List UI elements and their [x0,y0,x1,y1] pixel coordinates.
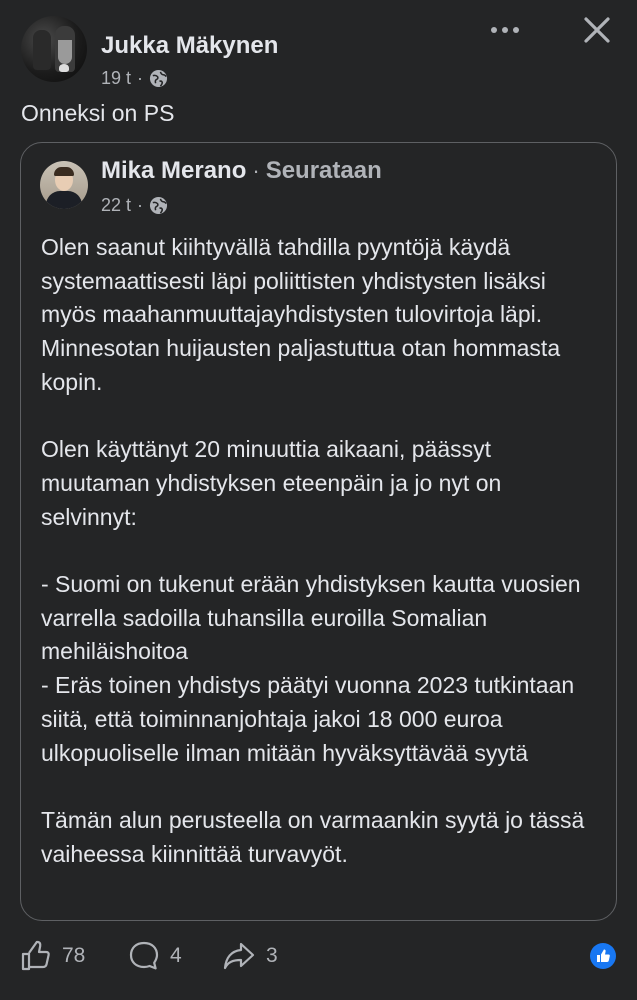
paragraph: Olen saanut kiihtyvällä tahdilla pyyntöj… [41,234,561,395]
share-button[interactable]: 3 [222,940,278,972]
post-header: Jukka Mäkynen 19 t · [21,16,621,89]
comment-button[interactable]: 4 [128,940,182,972]
globe-icon [149,196,168,215]
name-separator: · [252,158,260,183]
shared-post[interactable]: Mika Merano · Seurataan 22 t · Olen saan… [20,142,617,921]
meta-separator: · [137,68,144,88]
shared-post-body: Olen saanut kiihtyvällä tahdilla pyyntöj… [41,231,601,871]
like-icon [21,940,50,971]
post-text: Onneksi on PS [21,100,175,126]
shared-avatar[interactable] [40,161,88,209]
paragraph: - Eräs toinen yhdistys päätyi vuonna 202… [41,672,575,766]
paragraph: - Suomi on tukenut erään yhdistyksen kau… [41,571,581,665]
author-name[interactable]: Jukka Mäkynen [101,32,278,60]
follow-status[interactable]: Seurataan [266,157,382,185]
paragraph: Olen käyttänyt 20 minuuttia aikaani, pää… [41,436,502,530]
comment-icon [129,941,159,970]
close-icon[interactable] [577,10,617,50]
share-count: 3 [266,944,278,967]
globe-icon [149,69,168,88]
shared-header: Mika Merano · Seurataan [101,157,382,185]
like-count: 78 [62,944,86,967]
paragraph: Tämän alun perusteella on varmaankin syy… [41,806,585,867]
shared-meta-separator: · [137,195,144,215]
like-button[interactable]: 78 [20,940,85,972]
shared-author-name[interactable]: Mika Merano [101,157,246,185]
post-meta: 19 t · [101,68,168,89]
post-time[interactable]: 19 t [101,68,131,89]
comment-count: 4 [170,944,182,967]
share-icon [223,942,255,970]
post-view: Jukka Mäkynen 19 t · Onneksi on PS Mika … [0,0,637,1000]
like-reaction-icon[interactable] [590,943,616,969]
action-bar: 78 4 3 [20,940,620,980]
avatar[interactable] [21,16,87,82]
more-options-icon[interactable] [485,18,525,42]
shared-time[interactable]: 22 t [101,195,131,216]
shared-meta: 22 t · [101,195,168,216]
